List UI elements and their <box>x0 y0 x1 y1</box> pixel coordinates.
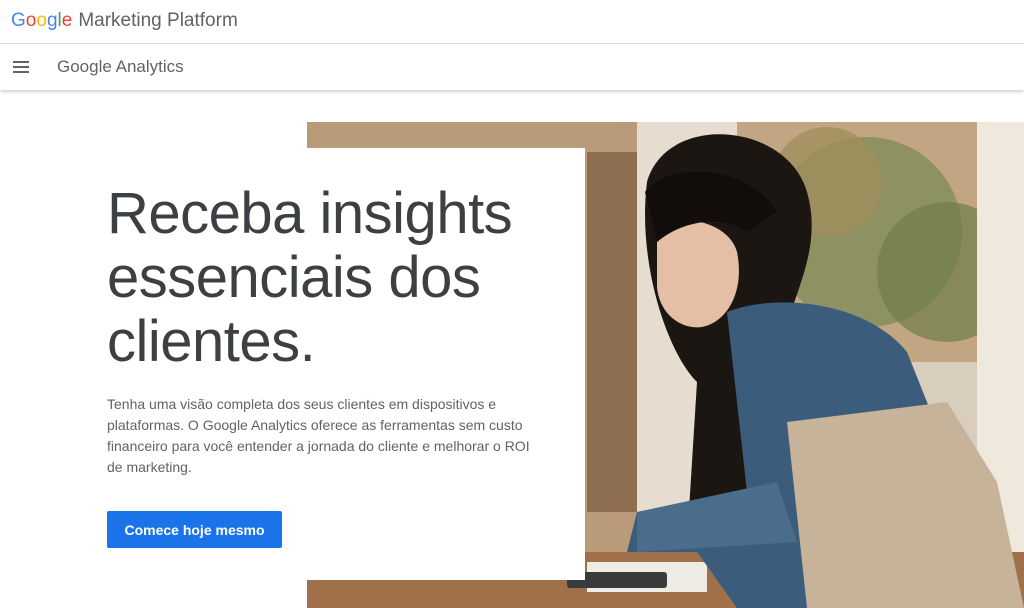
product-name-link[interactable]: Google Analytics <box>57 57 184 77</box>
brand-letter: g <box>46 10 58 31</box>
hero-headline: Receba insights essenciais dos clientes. <box>107 181 513 374</box>
marketing-platform-header: Google Marketing Platform <box>0 0 1024 44</box>
hero-description: Tenha uma visão completa dos seus client… <box>107 396 530 475</box>
brand-letter: o <box>36 10 47 31</box>
brand-letter: G <box>11 10 26 31</box>
google-marketing-platform-logo[interactable]: Google Marketing Platform <box>11 10 238 32</box>
platform-label: Marketing Platform <box>78 10 238 31</box>
brand-letter: e <box>61 10 73 31</box>
product-navigation-bar: Google Analytics <box>0 44 1024 90</box>
brand-letter: o <box>25 10 37 31</box>
hamburger-menu-icon[interactable] <box>10 56 32 78</box>
get-started-button[interactable]: Comece hoje mesmo <box>107 511 282 548</box>
